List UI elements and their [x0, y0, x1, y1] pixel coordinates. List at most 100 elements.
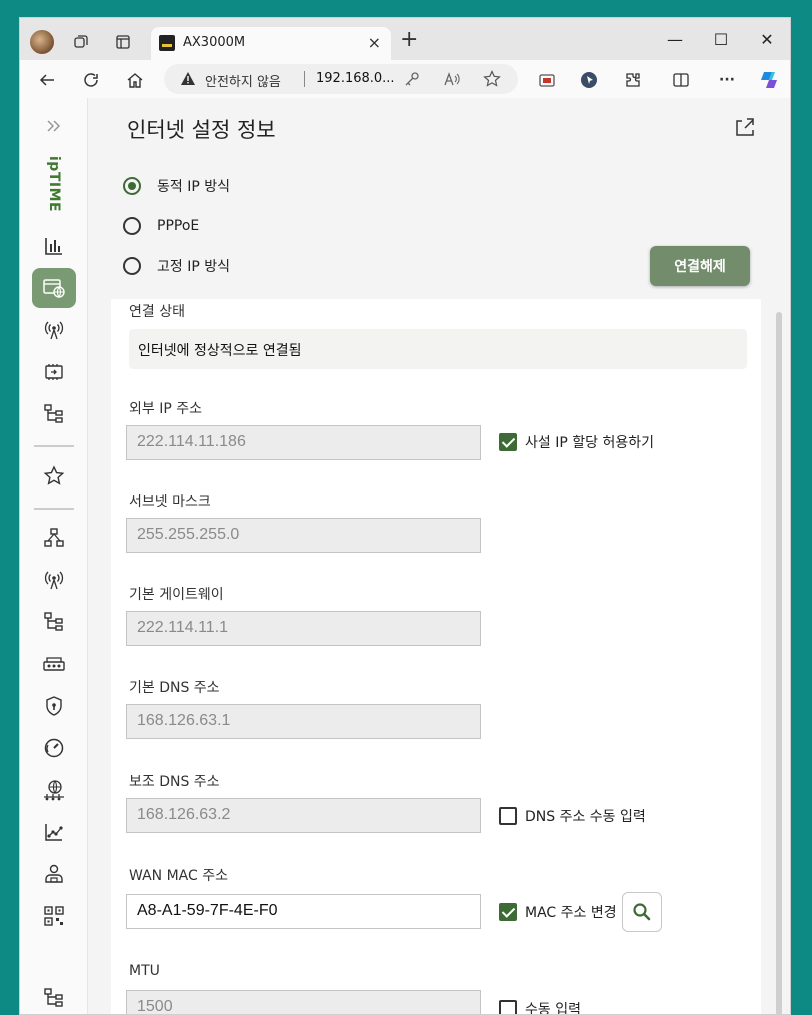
- copilot-icon[interactable]: [756, 67, 782, 93]
- home-icon[interactable]: [122, 67, 148, 93]
- sidebar-item-tree-bottom-icon[interactable]: [32, 978, 76, 1014]
- sidebar-divider: [34, 508, 74, 510]
- refresh-icon[interactable]: [78, 67, 104, 93]
- mac-search-button[interactable]: [622, 892, 662, 932]
- split-screen-icon[interactable]: [668, 67, 694, 93]
- checkbox-label: 사설 IP 할당 허용하기: [525, 435, 654, 451]
- mtu-field: 1500: [126, 990, 481, 1014]
- scrollbar[interactable]: [776, 312, 782, 1014]
- tab-close-button[interactable]: ×: [368, 33, 381, 52]
- maximize-button[interactable]: ☐: [706, 28, 736, 52]
- back-icon[interactable]: [34, 67, 60, 93]
- page-content: ipTIME 인터넷 설정 정보 동적 IP 방식 PPPoE 고정 IP 방식…: [20, 98, 790, 1015]
- sidebar-item-network-tree-icon[interactable]: [32, 394, 76, 434]
- tab-title: AX3000M: [183, 35, 246, 50]
- disconnect-button[interactable]: 연결해제: [650, 246, 750, 286]
- iptime-logo: ipTIME: [46, 156, 62, 213]
- sidebar-item-favorites-star-icon[interactable]: [32, 456, 76, 496]
- main-panel: 인터넷 설정 정보 동적 IP 방식 PPPoE 고정 IP 방식 연결해제 연…: [88, 98, 790, 1015]
- share-export-icon[interactable]: [734, 116, 756, 142]
- new-tab-button[interactable]: +: [400, 29, 418, 51]
- sidebar-divider: [34, 445, 74, 447]
- address-divider: [304, 71, 305, 87]
- key-icon[interactable]: [402, 69, 422, 89]
- expand-sidebar-icon[interactable]: [32, 106, 76, 146]
- logo-text: ipTIME: [46, 156, 62, 213]
- sidebar-item-security-shield-icon[interactable]: [32, 686, 76, 726]
- mtu-label: MTU: [129, 963, 160, 979]
- private-ip-checkbox[interactable]: [499, 433, 517, 451]
- gateway-label: 기본 게이트웨이: [129, 587, 224, 603]
- close-window-button[interactable]: ✕: [752, 28, 782, 52]
- extensions-icon[interactable]: [620, 67, 646, 93]
- dns-manual-checkbox[interactable]: [499, 807, 517, 825]
- checkbox-label: DNS 주소 수동 입력: [525, 809, 646, 825]
- dns1-label: 기본 DNS 주소: [129, 680, 220, 696]
- radio-label: 동적 IP 방식: [157, 179, 230, 195]
- mac-change-checkbox[interactable]: [499, 903, 517, 921]
- minimize-button[interactable]: —: [660, 28, 690, 52]
- search-icon: [633, 903, 651, 921]
- address-bar[interactable]: 안전하지 않음 192.168.0...: [164, 64, 518, 94]
- sidebar-item-network-topology-icon[interactable]: [32, 518, 76, 558]
- radio-button-selected[interactable]: [123, 177, 141, 195]
- dns2-label: 보조 DNS 주소: [129, 774, 220, 790]
- collections-icon[interactable]: [68, 29, 94, 55]
- more-menu-button[interactable]: ···: [714, 67, 740, 93]
- radio-dynamic-ip[interactable]: 동적 IP 방식: [123, 174, 230, 198]
- mac-change-checkbox-row[interactable]: MAC 주소 변경: [499, 902, 617, 922]
- tab-strip: AX3000M × + — ☐ ✕: [20, 18, 790, 60]
- external-ip-field: 222.114.11.186: [126, 425, 481, 460]
- sidebar-item-wireless-settings-icon[interactable]: [32, 560, 76, 600]
- radio-static-ip[interactable]: 고정 IP 방식: [123, 254, 230, 278]
- subnet-mask-field: 255.255.255.0: [126, 518, 481, 553]
- dns-manual-checkbox-row[interactable]: DNS 주소 수동 입력: [499, 806, 646, 826]
- sidebar-item-wireless-icon[interactable]: [32, 310, 76, 350]
- sidebar-item-device-icon[interactable]: [32, 352, 76, 392]
- subnet-label: 서브넷 마스크: [129, 494, 211, 510]
- favorite-star-icon[interactable]: [482, 69, 502, 89]
- mac-address-input[interactable]: A8-A1-59-7F-4E-F0: [126, 894, 481, 929]
- mtu-manual-checkbox[interactable]: [499, 1000, 517, 1014]
- security-warning-text[interactable]: 안전하지 않음: [205, 71, 281, 90]
- sidebar-item-lan-tree-icon[interactable]: [32, 602, 76, 642]
- radio-button[interactable]: [123, 257, 141, 275]
- sidebar-item-global-network-icon[interactable]: [32, 770, 76, 810]
- sidebar-item-qr-grid-icon[interactable]: [32, 896, 76, 936]
- sidebar-item-router-icon[interactable]: [32, 644, 76, 684]
- dns1-field: 168.126.63.1: [126, 704, 481, 739]
- status-label: 연결 상태: [129, 304, 185, 320]
- router-favicon-icon: [159, 35, 175, 51]
- active-tab[interactable]: AX3000M ×: [151, 27, 391, 60]
- sidebar-nav: ipTIME: [20, 98, 88, 1014]
- mac-label: WAN MAC 주소: [129, 868, 228, 884]
- read-aloud-icon[interactable]: [442, 69, 462, 89]
- radio-pppoe[interactable]: PPPoE: [123, 214, 199, 238]
- radio-label: 고정 IP 방식: [157, 259, 230, 275]
- checkbox-label: 수동 입력: [525, 1002, 581, 1015]
- warning-icon[interactable]: [180, 71, 196, 91]
- sidebar-item-traffic-graph-icon[interactable]: [32, 812, 76, 852]
- checkbox-label: MAC 주소 변경: [525, 905, 617, 921]
- radio-label: PPPoE: [157, 218, 200, 234]
- dns2-field: 168.126.63.2: [126, 798, 481, 833]
- cursor-extension-icon[interactable]: [576, 67, 602, 93]
- page-title: 인터넷 설정 정보: [127, 118, 276, 142]
- sidebar-item-internet-settings-icon[interactable]: [32, 268, 76, 308]
- browser-toolbar: 안전하지 않음 192.168.0... ···: [20, 60, 790, 98]
- external-ip-label: 외부 IP 주소: [129, 401, 202, 417]
- connection-status-box: 인터넷에 정상적으로 연결됨: [129, 329, 747, 369]
- sidebar-item-dashboard-chart-icon[interactable]: [32, 226, 76, 266]
- tab-actions-icon[interactable]: [110, 29, 136, 55]
- settings-panel: 연결 상태 인터넷에 정상적으로 연결됨 외부 IP 주소 222.114.11…: [111, 299, 761, 1015]
- url-text[interactable]: 192.168.0...: [316, 71, 395, 86]
- browser-window: AX3000M × + — ☐ ✕ 안전하지 않음 192.168.0... ·…: [19, 17, 791, 1015]
- mtu-manual-checkbox-row[interactable]: 수동 입력: [499, 999, 581, 1015]
- app-available-icon[interactable]: [534, 67, 560, 93]
- gateway-field: 222.114.11.1: [126, 611, 481, 646]
- private-ip-checkbox-row[interactable]: 사설 IP 할당 허용하기: [499, 432, 654, 452]
- radio-button[interactable]: [123, 217, 141, 235]
- profile-avatar[interactable]: [30, 30, 54, 54]
- sidebar-item-speed-gauge-icon[interactable]: [32, 728, 76, 768]
- sidebar-item-user-admin-icon[interactable]: [32, 854, 76, 894]
